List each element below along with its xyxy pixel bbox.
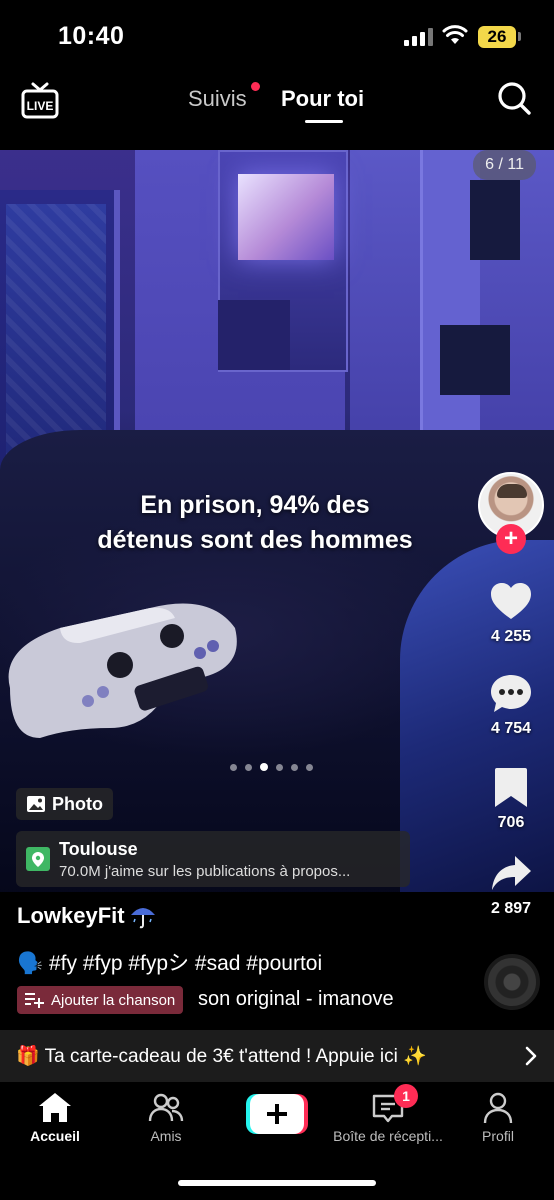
home-icon	[39, 1093, 71, 1122]
tab-following[interactable]: Suivis	[188, 86, 247, 112]
promo-text: 🎁 Ta carte-cadeau de 3€ t'attend ! Appui…	[16, 1046, 427, 1067]
carousel-dot	[245, 763, 252, 771]
nav-inbox-label: Boîte de récepti...	[333, 1128, 443, 1144]
like-button[interactable]: 4 255	[470, 580, 552, 646]
live-label: LIVE	[27, 99, 54, 113]
following-notification-dot	[251, 82, 260, 91]
creator-username[interactable]: LowkeyFit	[17, 903, 157, 929]
carousel-dot	[306, 763, 313, 771]
nav-friends[interactable]: Amis	[111, 1090, 221, 1144]
add-song-label: Ajouter la chanson	[51, 991, 176, 1009]
comment-button[interactable]: 4 754	[470, 672, 552, 738]
share-count: 2 897	[490, 900, 532, 917]
save-count: 706	[497, 814, 525, 831]
overlay-text-line: détenus sont des hommes	[97, 526, 413, 554]
background-desk	[218, 300, 290, 370]
profile-icon	[483, 1092, 513, 1124]
overlay-caption: En prison, 94% des détenus sont des homm…	[50, 488, 460, 558]
cellular-signal-icon	[404, 28, 433, 46]
carousel-dots	[230, 762, 313, 772]
carousel-dot	[230, 763, 237, 771]
like-count: 4 255	[490, 628, 532, 645]
umbrella-rain-emoji-icon	[130, 908, 155, 929]
location-title: Toulouse	[59, 839, 138, 859]
status-time: 10:40	[58, 22, 125, 50]
comment-count: 4 754	[490, 720, 532, 737]
username-text: LowkeyFit	[17, 903, 125, 928]
tab-for-you[interactable]: Pour toi	[281, 86, 364, 112]
battery-tip	[518, 32, 521, 41]
save-button[interactable]: 706	[470, 766, 552, 832]
sound-name[interactable]: son original - imanove	[198, 988, 394, 1011]
chevron-right-icon	[525, 1046, 537, 1066]
inbox-badge: 1	[394, 1084, 418, 1108]
nav-home[interactable]: Accueil	[0, 1090, 110, 1144]
location-subtitle: 70.0M j'aime sur les publications à prop…	[59, 863, 351, 880]
background-shelf	[470, 180, 520, 260]
create-post-button[interactable]	[246, 1094, 308, 1134]
home-indicator	[178, 1180, 376, 1186]
promo-banner[interactable]: 🎁 Ta carte-cadeau de 3€ t'attend ! Appui…	[0, 1030, 554, 1082]
carousel-dot	[276, 763, 283, 771]
background-shelf	[440, 325, 510, 395]
nav-inbox[interactable]: Boîte de récepti...	[333, 1090, 443, 1144]
carousel-dot	[291, 763, 298, 771]
share-arrow-icon	[492, 856, 531, 890]
live-tv-icon[interactable]: LIVE	[20, 80, 60, 120]
share-button[interactable]: 2 897	[470, 852, 552, 918]
carousel-dot	[260, 763, 268, 771]
photo-mode-badge: Photo	[16, 788, 113, 820]
location-card[interactable]: Toulouse 70.0M j'aime sur les publicatio…	[16, 831, 410, 887]
post-caption[interactable]: 🗣️ #fy #fyp #fypシ #sad #pourtoi	[17, 947, 322, 977]
status-bar: 10:40 26	[0, 0, 554, 70]
comment-icon	[491, 675, 531, 712]
sound-disc[interactable]	[484, 954, 540, 1010]
add-song-button[interactable]: Ajouter la chanson	[17, 986, 184, 1014]
game-controller-image	[8, 603, 237, 738]
nav-profile[interactable]: Profil	[443, 1090, 553, 1144]
image-icon	[27, 796, 45, 812]
background-tv	[238, 174, 334, 260]
top-nav: LIVE Suivis Pour toi	[0, 70, 554, 150]
wifi-icon	[442, 25, 468, 44]
nav-home-label: Accueil	[30, 1128, 80, 1144]
follow-plus-button[interactable]: +	[496, 524, 526, 554]
search-icon[interactable]	[496, 80, 532, 116]
photo-counter: 6 / 11	[473, 150, 536, 180]
overlay-text-line: En prison, 94% des	[140, 491, 370, 519]
nav-profile-label: Profil	[482, 1128, 514, 1144]
photo-badge-label: Photo	[52, 793, 103, 814]
friends-icon	[148, 1093, 184, 1122]
bookmark-icon	[495, 768, 527, 807]
active-tab-indicator	[305, 120, 343, 123]
battery-indicator: 26	[478, 26, 516, 48]
heart-icon	[491, 583, 531, 619]
playlist-add-icon	[25, 993, 44, 1008]
nav-friends-label: Amis	[150, 1128, 182, 1144]
